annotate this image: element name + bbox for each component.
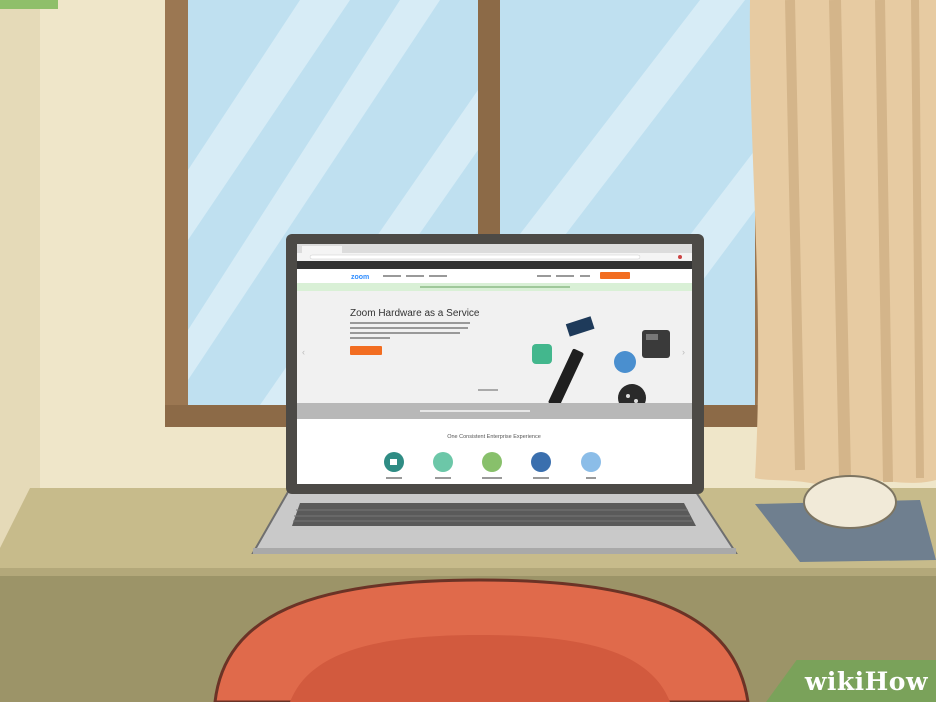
carousel-prev-icon[interactable]: ‹ <box>302 347 305 357</box>
meeting-tablet-icon <box>532 344 552 364</box>
carousel-dots[interactable] <box>478 389 498 391</box>
signup-free-button[interactable] <box>600 272 630 279</box>
hero-description <box>350 322 470 324</box>
wall-left-shade <box>0 0 40 560</box>
carousel-next-icon[interactable]: › <box>682 347 685 357</box>
zoom-topbar <box>297 261 692 269</box>
chat-icon[interactable] <box>581 452 601 472</box>
computer-mouse <box>803 475 897 529</box>
nav-link-signin[interactable] <box>580 275 590 277</box>
call-device-icon <box>614 351 636 373</box>
nav-link-host[interactable] <box>556 275 574 277</box>
laptop-screen: zoom Zoom Hardware as a Service ‹ › One … <box>297 244 692 484</box>
section-title: One Consistent Enterprise Experience <box>447 434 541 440</box>
nav-link-join[interactable] <box>537 275 551 277</box>
corner-tab <box>0 0 58 9</box>
browser-tab[interactable] <box>302 246 342 253</box>
nav-link-plans[interactable] <box>406 275 424 277</box>
browser-menu-icon[interactable] <box>678 255 682 259</box>
browser-tabbar <box>297 244 692 253</box>
illustration-scene: zoom Zoom Hardware as a Service ‹ › One … <box>0 0 936 702</box>
laptop-base <box>251 491 738 554</box>
wikihow-logo: wikiHow <box>805 667 928 696</box>
curtain <box>749 0 936 485</box>
meeting-rooms-icon[interactable] <box>433 452 453 472</box>
nav-link-solutions[interactable] <box>383 275 401 277</box>
wikihow-logo-wiki: wiki <box>804 667 865 696</box>
wikihow-logo-how: How <box>864 667 928 696</box>
conference-room-icon[interactable] <box>482 452 502 472</box>
zoom-logo[interactable]: zoom <box>351 274 369 281</box>
hero-title: Zoom Hardware as a Service <box>350 308 480 319</box>
hero-cta-button[interactable] <box>350 346 382 355</box>
phone-icon[interactable] <box>531 452 551 472</box>
nav-link-contact[interactable] <box>429 275 447 277</box>
